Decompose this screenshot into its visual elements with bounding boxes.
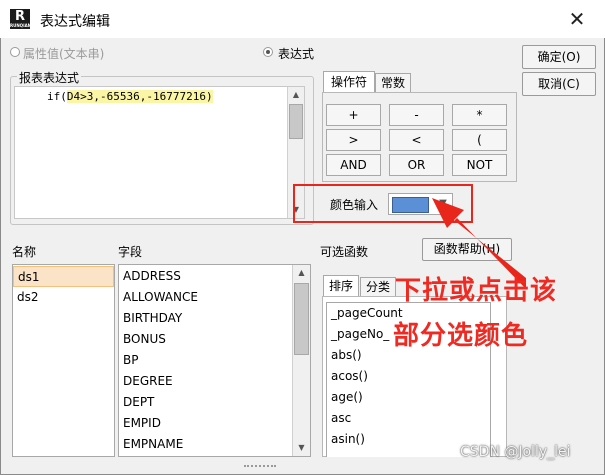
annotation-arrow bbox=[432, 198, 526, 289]
annotation-text-line2: 部分选颜色 bbox=[393, 321, 529, 351]
watermark: CSDN @Jolly_lei bbox=[460, 444, 571, 460]
resize-grip-icon[interactable] bbox=[244, 465, 276, 472]
annotation-text-line1: 下拉或点击该 bbox=[395, 276, 558, 306]
